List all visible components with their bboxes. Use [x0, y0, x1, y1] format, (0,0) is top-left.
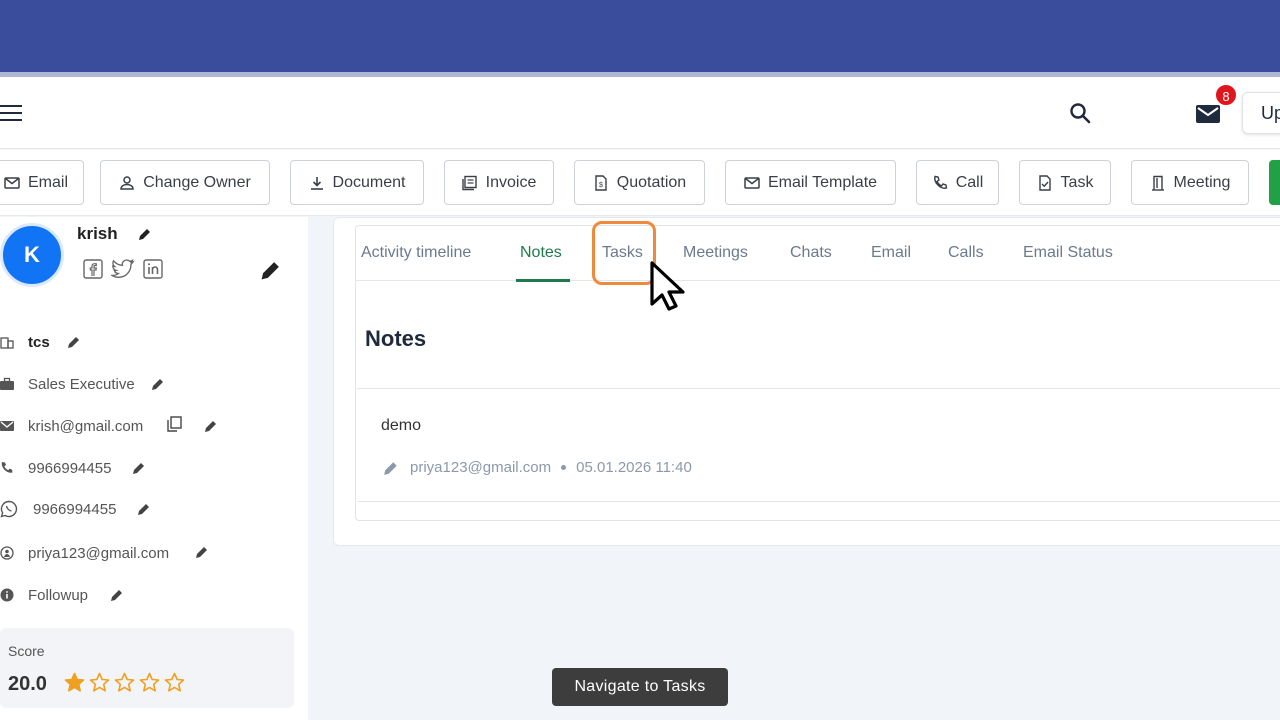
star-empty-icon[interactable]	[89, 672, 110, 693]
score-card: Score 20.0	[0, 628, 294, 708]
edit-company-icon[interactable]	[67, 335, 81, 349]
note-meta: priya123@gmail.com 05.01.2026 11:40	[383, 459, 692, 476]
title-field: Sales Executive	[0, 373, 135, 395]
mail-icon	[744, 176, 760, 189]
owner-field: priya123@gmail.com	[0, 542, 169, 564]
upgrade-button[interactable]: Up	[1242, 92, 1280, 134]
mouse-cursor-icon	[650, 261, 685, 311]
menu-icon[interactable]	[0, 105, 22, 121]
score-value: 20.0	[8, 673, 47, 695]
mail-icon[interactable]	[1195, 103, 1221, 125]
tasks-tab-highlight	[592, 221, 656, 285]
quotation-button[interactable]: $ Quotation	[574, 160, 705, 205]
tab-calls[interactable]: Calls	[948, 244, 984, 262]
profile-sidebar: K krish tcs Sales Executive krish@gmail.…	[0, 217, 308, 720]
star-filled-icon[interactable]	[64, 672, 85, 693]
search-icon[interactable]	[1068, 101, 1092, 125]
edit-title-icon[interactable]	[151, 377, 165, 391]
note-author: priya123@gmail.com	[410, 459, 552, 476]
edit-email-icon[interactable]	[204, 419, 218, 433]
invoice-button[interactable]: Invoice	[444, 160, 554, 205]
whatsapp-icon	[0, 500, 18, 518]
task-icon	[1038, 174, 1051, 191]
tab-activity-timeline[interactable]: Activity timeline	[361, 244, 471, 262]
star-empty-icon[interactable]	[164, 672, 185, 693]
star-empty-icon[interactable]	[114, 672, 135, 693]
top-bar: 8 Up	[0, 77, 1280, 149]
notes-bottom-divider	[357, 501, 1280, 502]
task-button[interactable]: Task	[1019, 160, 1111, 205]
tab-chats[interactable]: Chats	[790, 244, 832, 262]
download-icon	[310, 176, 323, 190]
notes-divider	[357, 388, 1280, 389]
phone-icon	[933, 175, 948, 189]
change-owner-button[interactable]: Change Owner	[100, 160, 270, 205]
tab-email-status[interactable]: Email Status	[1023, 244, 1113, 262]
action-bar: Email Change Owner Document Invoice $ Qu…	[0, 150, 1280, 216]
edit-status-icon[interactable]	[110, 588, 124, 602]
email-field: krish@gmail.com	[0, 415, 143, 437]
info-icon	[0, 588, 14, 602]
edit-name-icon[interactable]	[138, 227, 152, 241]
edit-whatsapp-icon[interactable]	[137, 502, 151, 516]
phone-field: 9966994455	[0, 457, 111, 479]
person-icon	[120, 175, 134, 190]
edit-profile-icon[interactable]	[260, 259, 282, 281]
navigation-tooltip: Navigate to Tasks	[552, 668, 728, 706]
active-tab-indicator	[516, 279, 570, 282]
notification-badge: 8	[1214, 83, 1238, 107]
document-button[interactable]: Document	[290, 160, 424, 205]
facebook-icon[interactable]	[83, 259, 103, 279]
top-banner	[0, 0, 1280, 72]
tab-notes[interactable]: Notes	[520, 244, 562, 262]
quotation-icon: $	[595, 174, 607, 191]
star-rating[interactable]	[64, 672, 185, 693]
status-field: Followup	[0, 584, 88, 606]
tab-meetings[interactable]: Meetings	[683, 244, 748, 262]
building-icon	[0, 337, 14, 349]
invoice-icon	[461, 175, 477, 190]
door-icon	[1151, 175, 1164, 191]
linkedin-icon[interactable]	[143, 259, 163, 279]
avatar: K	[0, 223, 64, 287]
mail-icon	[4, 176, 20, 189]
note-timestamp: 05.01.2026 11:40	[576, 459, 692, 476]
note-text: demo	[381, 417, 422, 434]
tab-bar: Activity timeline Notes Tasks Meetings C…	[355, 225, 1280, 281]
primary-action-button[interactable]	[1269, 160, 1280, 205]
twitter-icon[interactable]	[111, 259, 135, 279]
meeting-button[interactable]: Meeting	[1131, 160, 1249, 205]
phone-icon	[1, 462, 13, 473]
briefcase-icon	[0, 377, 14, 390]
score-label: Score	[8, 643, 45, 659]
email-action-button[interactable]: Email	[0, 160, 84, 205]
edit-note-icon[interactable]	[383, 460, 399, 476]
notes-heading: Notes	[365, 326, 427, 351]
edit-owner-icon[interactable]	[195, 545, 209, 559]
whatsapp-field: 9966994455	[0, 498, 116, 520]
mail-icon	[0, 421, 14, 431]
copy-icon[interactable]	[166, 416, 182, 432]
company-field: tcs	[0, 331, 50, 353]
meta-separator	[561, 465, 567, 470]
call-button[interactable]: Call	[916, 160, 999, 205]
svg-text:$: $	[599, 182, 603, 189]
edit-phone-icon[interactable]	[132, 461, 146, 475]
star-empty-icon[interactable]	[139, 672, 160, 693]
contact-name: krish	[77, 224, 118, 243]
tab-email[interactable]: Email	[871, 244, 911, 262]
email-template-button[interactable]: Email Template	[725, 160, 896, 205]
owner-icon	[0, 546, 14, 560]
